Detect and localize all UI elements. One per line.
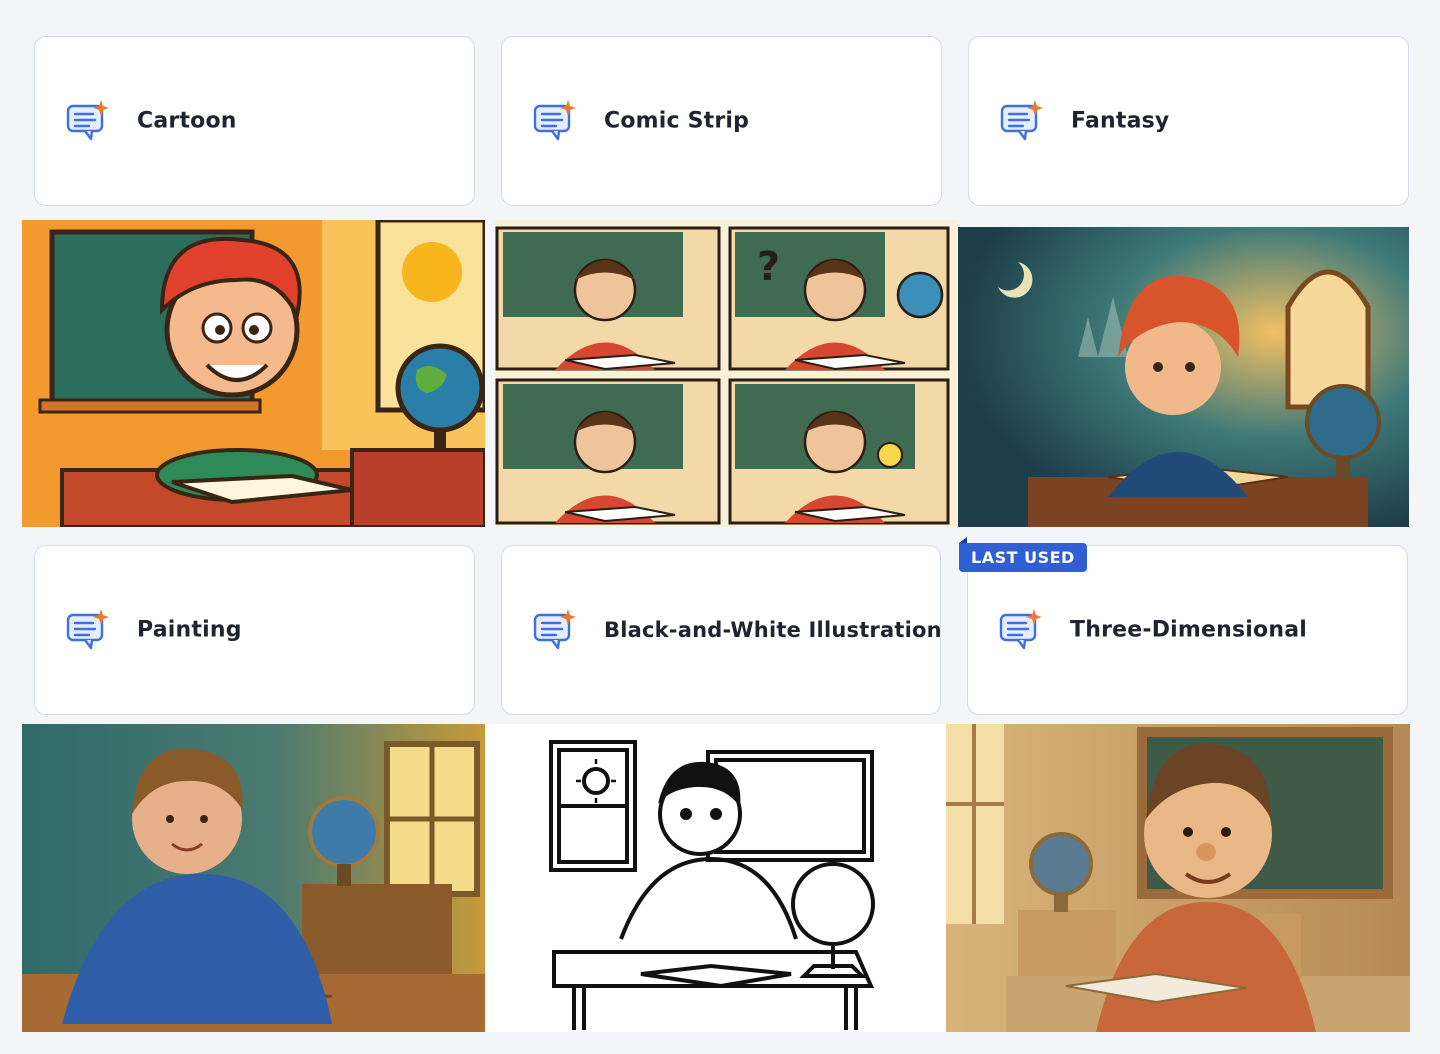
last-used-badge: LAST USED [959,537,1087,572]
chat-sparkle-icon [532,608,578,652]
style-card-cartoon[interactable]: Cartoon [34,36,475,206]
style-preview-three-dimensional[interactable] [946,724,1410,1032]
style-card-label: Comic Strip [604,108,750,134]
style-card-label: Painting [137,617,242,643]
style-card-label: Black-and-White Illustration [604,618,942,642]
chat-sparkle-icon [532,99,578,143]
style-preview-cartoon[interactable] [22,220,485,527]
style-card-fantasy[interactable]: Fantasy [968,36,1409,206]
style-card-painting[interactable]: Painting [34,545,475,715]
svg-text:?: ? [757,244,780,290]
style-preview-fantasy[interactable] [958,227,1409,527]
style-preview-comic-strip[interactable]: ? [495,220,957,527]
chat-sparkle-icon [998,608,1044,652]
style-card-three-dimensional[interactable]: LAST USED Three-Dimensional [959,537,1408,715]
style-card-label: Three-Dimensional [1070,617,1307,643]
style-card-label: Fantasy [1071,108,1170,134]
style-card-bw-illustration[interactable]: Black-and-White Illustration [501,545,942,715]
chat-sparkle-icon [65,99,111,143]
style-picker: Cartoon Comic Strip Fantasy ? Painting B… [0,0,1440,1054]
style-preview-bw-illustration[interactable] [486,724,946,1032]
chat-sparkle-icon [65,608,111,652]
style-preview-painting[interactable] [22,724,485,1032]
chat-sparkle-icon [999,99,1045,143]
style-card-label: Cartoon [137,108,237,134]
style-card-comic-strip[interactable]: Comic Strip [501,36,942,206]
